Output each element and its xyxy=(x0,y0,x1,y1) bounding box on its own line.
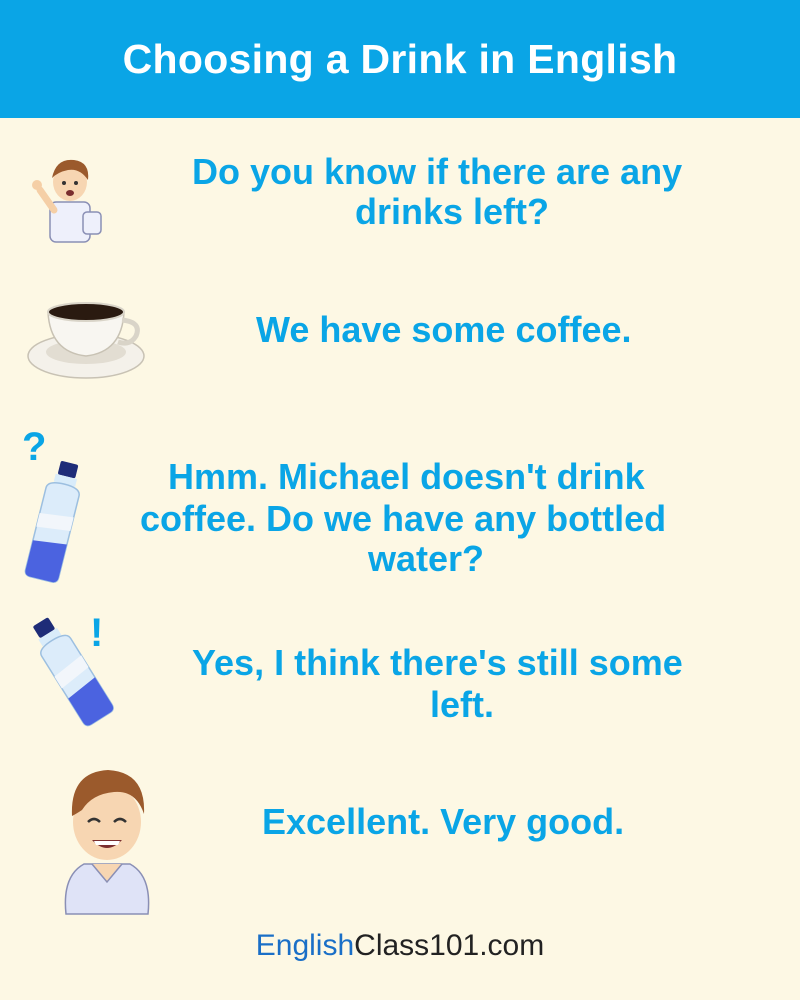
dialogue-row-2: We have some coffee. xyxy=(0,280,800,390)
dialogue-row-3: ? Hmm. Michael doesn't drink coffee. Do … xyxy=(0,425,800,585)
dialogue-row-1: Do you know if there are any drinks left… xyxy=(0,140,800,250)
dialogue-4-line-1: Yes, I think there's still some xyxy=(192,642,683,683)
footer-brand[interactable]: EnglishClass101.com xyxy=(0,926,800,966)
coffee-cup-icon xyxy=(27,302,145,379)
dialogue-2-line-1: We have some coffee. xyxy=(256,309,632,350)
dialogue-4-line-2: left. xyxy=(430,684,495,725)
dialogue-1-line-2: drinks left? xyxy=(355,191,550,232)
boy-smiling-icon xyxy=(64,770,150,915)
water-bottle-exclaim-icon xyxy=(33,617,114,727)
dialogue-5-line-1: Excellent. Very good. xyxy=(262,801,625,842)
dialogue-row-5: Excellent. Very good. xyxy=(0,760,800,920)
footer-brand-english: English xyxy=(255,929,355,962)
dialogue-1-line-1: Do you know if there are any xyxy=(192,151,683,192)
dialogue-row-4: ! Yes, I think there's still some left. xyxy=(0,605,800,730)
dialogue-3-line-3: water? xyxy=(368,538,485,579)
footer-brand-domain: Class101.com xyxy=(354,929,545,962)
dialogue-3-line-1: Hmm. Michael doesn't drink xyxy=(168,456,645,497)
boy-pointing-icon xyxy=(32,159,102,243)
header-banner: Choosing a Drink in English xyxy=(0,0,800,118)
page-title: Choosing a Drink in English xyxy=(122,35,678,82)
water-bottle-question-icon xyxy=(24,461,80,583)
dialogue-3-line-2: coffee. Do we have any bottled xyxy=(140,498,667,539)
